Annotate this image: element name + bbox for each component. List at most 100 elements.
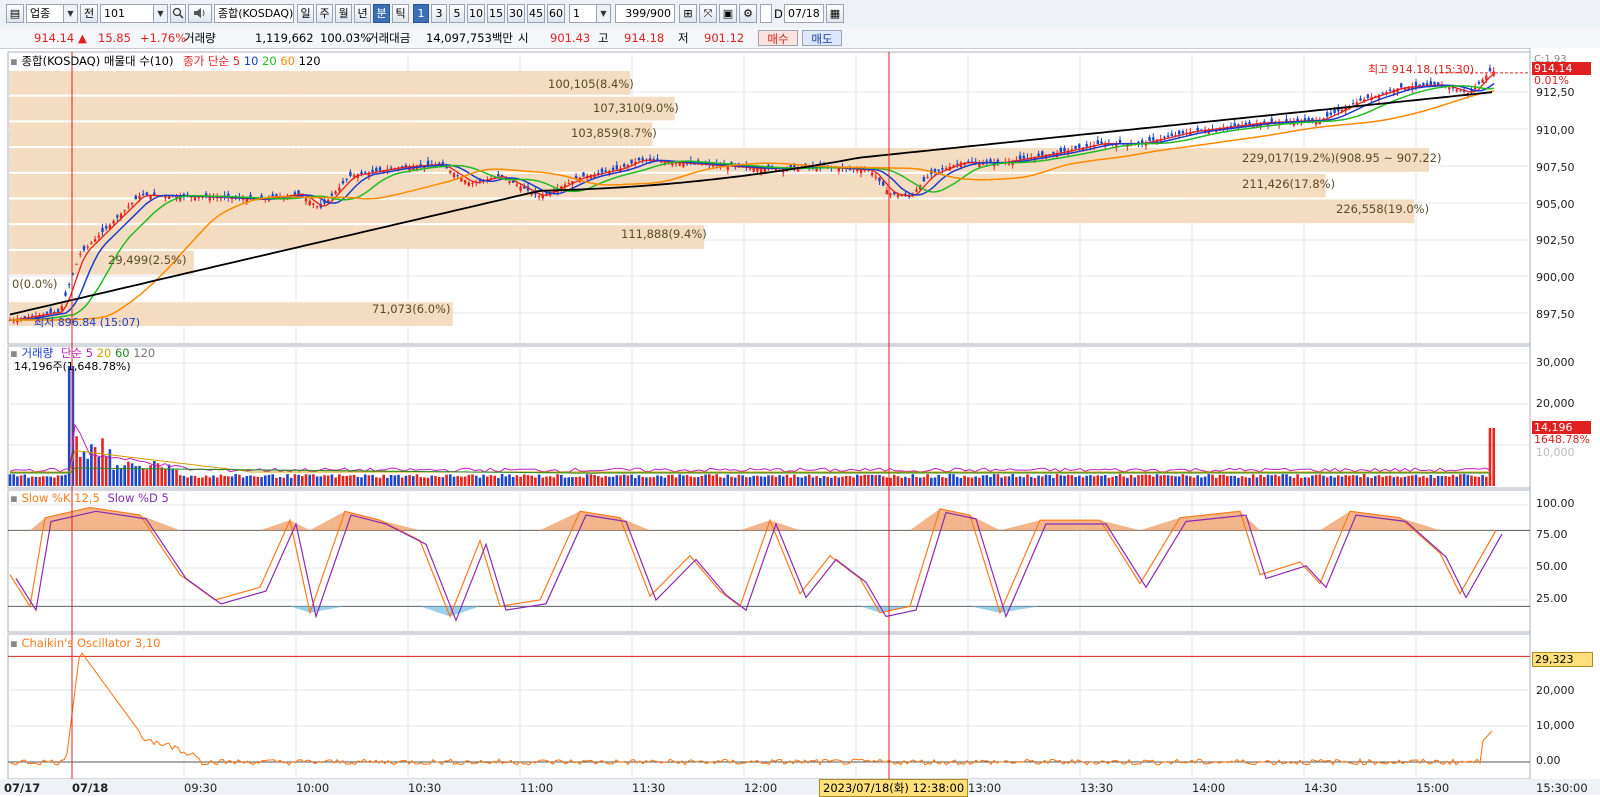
volume-bar: [1473, 476, 1477, 486]
volume-bar: [312, 474, 315, 486]
volume-bar: [275, 477, 278, 486]
volume-bar: [789, 477, 792, 486]
minute-button-1[interactable]: 1: [413, 4, 429, 23]
volume-bar: [837, 477, 841, 486]
sell-button[interactable]: 매도: [802, 30, 842, 46]
volume-bar: [130, 463, 134, 486]
volume-bar: [1026, 474, 1029, 486]
volume-bar: [1259, 474, 1262, 486]
volume-bar: [974, 476, 977, 486]
volume-bar: [215, 477, 219, 486]
volume-value: 1,119,662: [255, 31, 314, 45]
volume-bar: [1388, 475, 1392, 486]
volume-bar: [1218, 474, 1222, 486]
volume-bar: [981, 475, 985, 486]
x-tick: 07/17: [4, 781, 41, 795]
volume-bar: [1196, 475, 1199, 486]
volume-bar: [793, 474, 796, 486]
candle: [79, 253, 82, 255]
minute-button-3[interactable]: 3: [431, 4, 447, 23]
volume-bar: [456, 476, 459, 486]
volume-bar: [190, 475, 193, 486]
crosshair-icon[interactable]: ⤧: [699, 4, 717, 23]
minute-button-10[interactable]: 10: [467, 4, 485, 23]
minute-button-5[interactable]: 5: [449, 4, 465, 23]
volume-bar: [1274, 474, 1277, 486]
volume-bar: [1222, 474, 1225, 486]
stock-chart-window: ▤ 업종 ▼ 전 101 ▼ 종합(KOSDAQ) 일 주 월 년 분 틱 1 …: [0, 0, 1600, 797]
volume-bar: [696, 477, 700, 486]
candle: [82, 246, 86, 251]
period-button-year[interactable]: 년: [354, 4, 371, 23]
volume-bar: [870, 474, 874, 486]
minute-button-15[interactable]: 15: [487, 4, 505, 23]
candle: [1329, 112, 1333, 115]
price-y-tick: 900,00: [1536, 271, 1575, 284]
speaker-icon[interactable]: [188, 4, 212, 23]
volume-bar: [852, 477, 855, 486]
volume-ma-label: 단순: [60, 346, 83, 360]
volume-bar: [1411, 475, 1414, 486]
volume-bar: [1107, 477, 1111, 486]
x-tick: 07/18: [72, 781, 109, 795]
volume-bar: [412, 476, 415, 486]
period-button-week[interactable]: 주: [316, 4, 333, 23]
zoom-icon[interactable]: ⊞: [679, 4, 697, 23]
volume-bar: [1000, 477, 1003, 486]
date-input[interactable]: 07/18: [784, 4, 824, 23]
chart-menu-icon[interactable]: ▤: [6, 4, 24, 23]
period-button-month[interactable]: 월: [335, 4, 352, 23]
buy-button[interactable]: 매수: [758, 30, 798, 46]
volume-bar: [745, 477, 748, 486]
candle: [371, 169, 374, 172]
volume-bar: [338, 474, 341, 486]
market-select[interactable]: 업종 ▼: [26, 4, 78, 23]
volume-bar: [75, 436, 78, 486]
minute-button-60[interactable]: 60: [547, 4, 565, 23]
save-icon[interactable]: ▣: [719, 4, 737, 23]
calendar-icon[interactable]: ▦: [826, 4, 844, 23]
candle: [349, 171, 352, 176]
volume-bar: [1477, 476, 1481, 486]
volume-bar: [1096, 475, 1100, 486]
minute-button-30[interactable]: 30: [507, 4, 525, 23]
candle: [1163, 136, 1166, 138]
volume-bar: [567, 477, 570, 486]
volume-bar: [970, 477, 974, 486]
prev-button[interactable]: 전: [80, 4, 98, 23]
volume-bar: [86, 458, 89, 486]
date-checkbox[interactable]: [760, 4, 772, 23]
candle: [600, 168, 604, 173]
volume-ma-120: 120: [133, 346, 156, 360]
volume-bar: [486, 476, 489, 486]
volume-bar: [1118, 474, 1122, 486]
candle: [471, 182, 474, 184]
volume-bar: [219, 474, 223, 486]
volume-bar: [867, 474, 870, 486]
volume-bar: [1052, 477, 1055, 486]
candle: [878, 177, 881, 182]
count-field[interactable]: 399/900: [615, 4, 675, 23]
interval-select[interactable]: 1 ▼: [569, 4, 611, 23]
volume-bar: [1263, 476, 1266, 486]
chaikin-current-tag: 29,323: [1532, 652, 1593, 667]
search-icon[interactable]: [170, 4, 186, 23]
volume-bar: [1422, 475, 1425, 486]
volume-bar: [278, 476, 282, 486]
gear-icon[interactable]: ⚙: [739, 4, 757, 23]
volume-bar: [445, 474, 448, 486]
minute-button-45[interactable]: 45: [527, 4, 545, 23]
candle: [467, 182, 470, 187]
volume-bar: [308, 474, 311, 486]
period-button-day[interactable]: 일: [297, 4, 314, 23]
count-value: 399: [625, 7, 647, 20]
period-button-tick[interactable]: 틱: [392, 4, 409, 23]
volume-bar: [12, 474, 15, 486]
volume-bar: [1251, 474, 1255, 486]
volume-bar: [1433, 477, 1436, 486]
candle: [1244, 122, 1247, 125]
volume-bar: [626, 475, 630, 486]
period-button-minute[interactable]: 분: [373, 4, 390, 23]
volume-bar: [604, 475, 607, 486]
code-input[interactable]: 101 ▼: [100, 4, 168, 23]
